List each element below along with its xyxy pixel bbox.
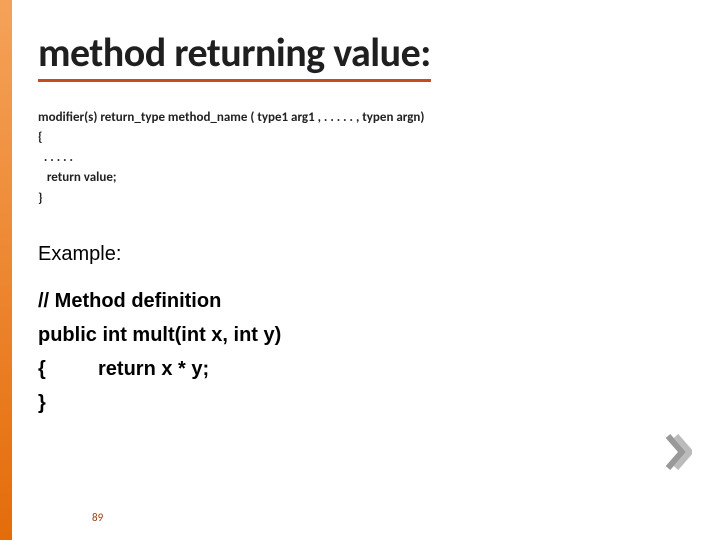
syntax-block: modifier(s) return_type method_name ( ty… [38, 108, 690, 209]
slide-title: method returning value: [38, 28, 431, 82]
slide-number: 89 [92, 511, 103, 524]
accent-bar [0, 0, 12, 540]
syntax-line: return value; [38, 168, 690, 188]
syntax-line: modifier(s) return_type method_name ( ty… [38, 108, 690, 128]
syntax-line: { [38, 128, 690, 148]
syntax-line: } [38, 189, 690, 209]
chevron-right-icon [664, 434, 692, 470]
code-block: // Method definition public int mult(int… [38, 284, 690, 420]
content-area: method returning value: modifier(s) retu… [38, 28, 690, 420]
syntax-line: . . . . . [38, 148, 690, 168]
code-signature: public int mult(int x, int y) [38, 318, 690, 352]
code-body: return x * y; [98, 358, 209, 380]
close-brace: } [38, 386, 690, 420]
example-heading: Example: [38, 243, 690, 266]
code-comment: // Method definition [38, 284, 690, 318]
open-brace: { [38, 352, 98, 386]
slide: method returning value: modifier(s) retu… [0, 0, 720, 540]
code-body-line: {return x * y; [38, 352, 690, 386]
